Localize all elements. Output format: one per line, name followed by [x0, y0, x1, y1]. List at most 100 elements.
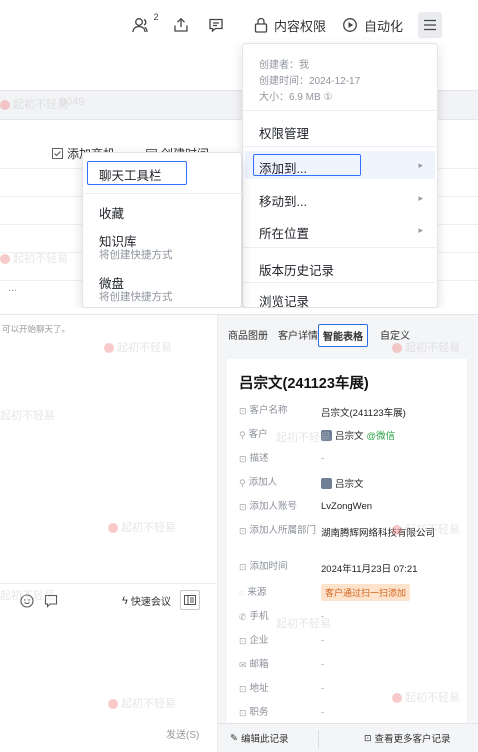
- chevron-right-icon: ▸: [418, 193, 423, 203]
- submenu-item-label: 聊天工具栏: [99, 169, 162, 183]
- file-size-info: 大小：6.9 MB ①: [259, 92, 333, 103]
- field-label: ⊡ 添加人账号: [239, 501, 298, 512]
- text-field-icon: ⊡: [239, 526, 247, 536]
- field-value: -: [321, 659, 325, 670]
- tab-custom[interactable]: 自定义: [376, 324, 414, 345]
- send-button[interactable]: 发送(S): [166, 726, 199, 741]
- mail-icon: ✉: [239, 660, 247, 670]
- screenshot-button[interactable]: [44, 594, 58, 611]
- sidebar-toggle-button[interactable]: [180, 590, 200, 610]
- footer-divider: [318, 730, 319, 748]
- wechat-tag: @微信: [366, 431, 396, 442]
- person-icon: ⚲: [239, 478, 246, 488]
- field-value-customer[interactable]: 吕宗文 @微信: [321, 428, 395, 442]
- menu-item-view-history[interactable]: 浏览记录: [259, 291, 309, 308]
- menu-item-permission[interactable]: 权限管理: [259, 123, 309, 142]
- add-to-submenu: 聊天工具栏 收藏 知识库 将创建快捷方式 微盘 将创建快捷方式: [82, 152, 243, 308]
- edit-record-label: 编辑此记录: [240, 734, 289, 745]
- field-label: ⊡ 职务: [239, 707, 269, 718]
- menu-item-version-history[interactable]: 版本历史记录: [259, 260, 334, 279]
- field-value: -: [321, 635, 325, 646]
- text-field-icon: ⊡: [239, 454, 247, 464]
- field-value-adder: 吕宗文: [321, 476, 364, 490]
- submenu-item-favorites[interactable]: 收藏: [99, 203, 124, 222]
- lightning-icon: ϟ: [122, 594, 128, 607]
- edit-record-button[interactable]: ✎ 编辑此记录: [230, 731, 289, 746]
- created-time-info: 创建时间：2024-12-17: [259, 76, 361, 87]
- avatar: [321, 477, 332, 489]
- chat-panel: 可以开始聊天了。 ϟ 快速会议 发送(S): [0, 315, 218, 752]
- panel-icon: [184, 595, 196, 605]
- field-value: -: [321, 683, 325, 694]
- customer-sidebar: 商品图册 客户详情 智能表格 自定义 吕宗文(241123车展) ⊡ 客户名称 吕…: [218, 315, 478, 752]
- automation-button[interactable]: 自动化: [342, 14, 403, 36]
- content-permission-button[interactable]: 内容权限: [254, 14, 326, 36]
- quick-meeting-button[interactable]: ϟ 快速会议: [122, 593, 171, 609]
- automation-icon: [343, 18, 357, 32]
- collaborator-count: 2: [153, 12, 159, 22]
- submenu-item-hint: 将创建快捷方式: [99, 249, 173, 261]
- more-records-label: 查看更多客户记录: [374, 734, 451, 745]
- field-value: -: [321, 611, 325, 622]
- field-label: ⊡ 客户名称: [239, 405, 288, 416]
- more-menu-dropdown: 创建者：我 创建时间：2024-12-17 大小：6.9 MB ① 权限管理 添…: [242, 43, 439, 308]
- message-input[interactable]: [0, 620, 218, 720]
- location-icon: ⊡: [239, 684, 247, 694]
- comment-icon: [209, 18, 223, 33]
- chat-window: 可以开始聊天了。 ϟ 快速会议 发送(S) 商品图册 客户详情 智能表格 自定义…: [0, 314, 478, 752]
- more-records-button[interactable]: ⊡ 查看更多客户记录: [364, 731, 451, 746]
- field-value: -: [321, 707, 325, 718]
- field-label: ⊡ 企业: [239, 635, 269, 646]
- record-footer: ✎ 编辑此记录 ⊡ 查看更多客户记录: [218, 723, 478, 752]
- chevron-right-icon: ▸: [418, 225, 423, 235]
- comment-button[interactable]: [205, 14, 227, 36]
- source-icon: ◌: [239, 588, 245, 598]
- collaborators-button[interactable]: 2: [132, 12, 160, 36]
- tab-customer-details[interactable]: 客户详情: [274, 324, 322, 345]
- customer-name: 吕宗文: [335, 431, 364, 442]
- menu-item-move-to[interactable]: 移动到...: [259, 191, 307, 210]
- submenu-item-hint: 将创建快捷方式: [99, 291, 173, 303]
- hamburger-icon: [424, 19, 436, 31]
- emoji-icon: [20, 594, 34, 608]
- field-label: ⊡ 地址: [239, 683, 269, 694]
- share-button[interactable]: [170, 14, 192, 36]
- briefcase-icon: ⊡: [239, 708, 247, 718]
- chat-hint: 可以开始聊天了。: [2, 324, 71, 334]
- menu-item-location[interactable]: 所在位置: [259, 223, 309, 242]
- field-label: ◌ 来源: [239, 587, 267, 598]
- emoji-button[interactable]: [20, 594, 34, 611]
- text-field-icon: ⊡: [239, 406, 247, 416]
- field-value-source: 客户通过扫一扫添加: [321, 584, 411, 601]
- date-icon: ⊡: [239, 562, 247, 572]
- content-permission-label: 内容权限: [274, 18, 327, 34]
- menu-divider: [243, 247, 439, 248]
- field-value: 湖南腾辉网络科技有限公司: [321, 528, 436, 539]
- person-icon: ⚲: [239, 430, 246, 440]
- document-window: 2 内容权限 自动化 ... 添加商机: [0, 0, 478, 308]
- quick-meeting-label: 快速会议: [130, 597, 171, 608]
- truncated-cell: ...: [8, 282, 18, 294]
- field-label: ⊡ 添加人所属部门: [239, 525, 317, 536]
- lock-icon: [254, 17, 268, 33]
- field-label: ⚲ 客户: [239, 429, 268, 440]
- menu-item-add-to-label: 添加到...: [259, 162, 307, 176]
- building-icon: ⊡: [239, 636, 247, 646]
- field-label: ⊡ 添加时间: [239, 561, 288, 572]
- source-tag: 客户通过扫一扫添加: [321, 584, 411, 601]
- field-label: ⚲ 添加人: [239, 477, 278, 488]
- field-label: ✉ 邮箱: [239, 659, 269, 670]
- more-menu-button[interactable]: [418, 12, 442, 38]
- share-icon: [174, 17, 188, 32]
- field-label: ✆ 手机: [239, 611, 269, 622]
- pencil-icon: ✎: [230, 732, 238, 744]
- tab-product-catalog[interactable]: 商品图册: [224, 324, 272, 345]
- field-value: LvZongWen: [321, 501, 373, 512]
- text-field-icon: ⊡: [239, 502, 247, 512]
- avatar: [321, 429, 332, 441]
- chat-input-toolbar: ϟ 快速会议: [0, 583, 218, 619]
- menu-divider: [243, 110, 439, 111]
- menu-divider: [243, 146, 439, 147]
- tab-smart-sheet[interactable]: 智能表格: [318, 324, 368, 347]
- field-value: -: [321, 453, 325, 464]
